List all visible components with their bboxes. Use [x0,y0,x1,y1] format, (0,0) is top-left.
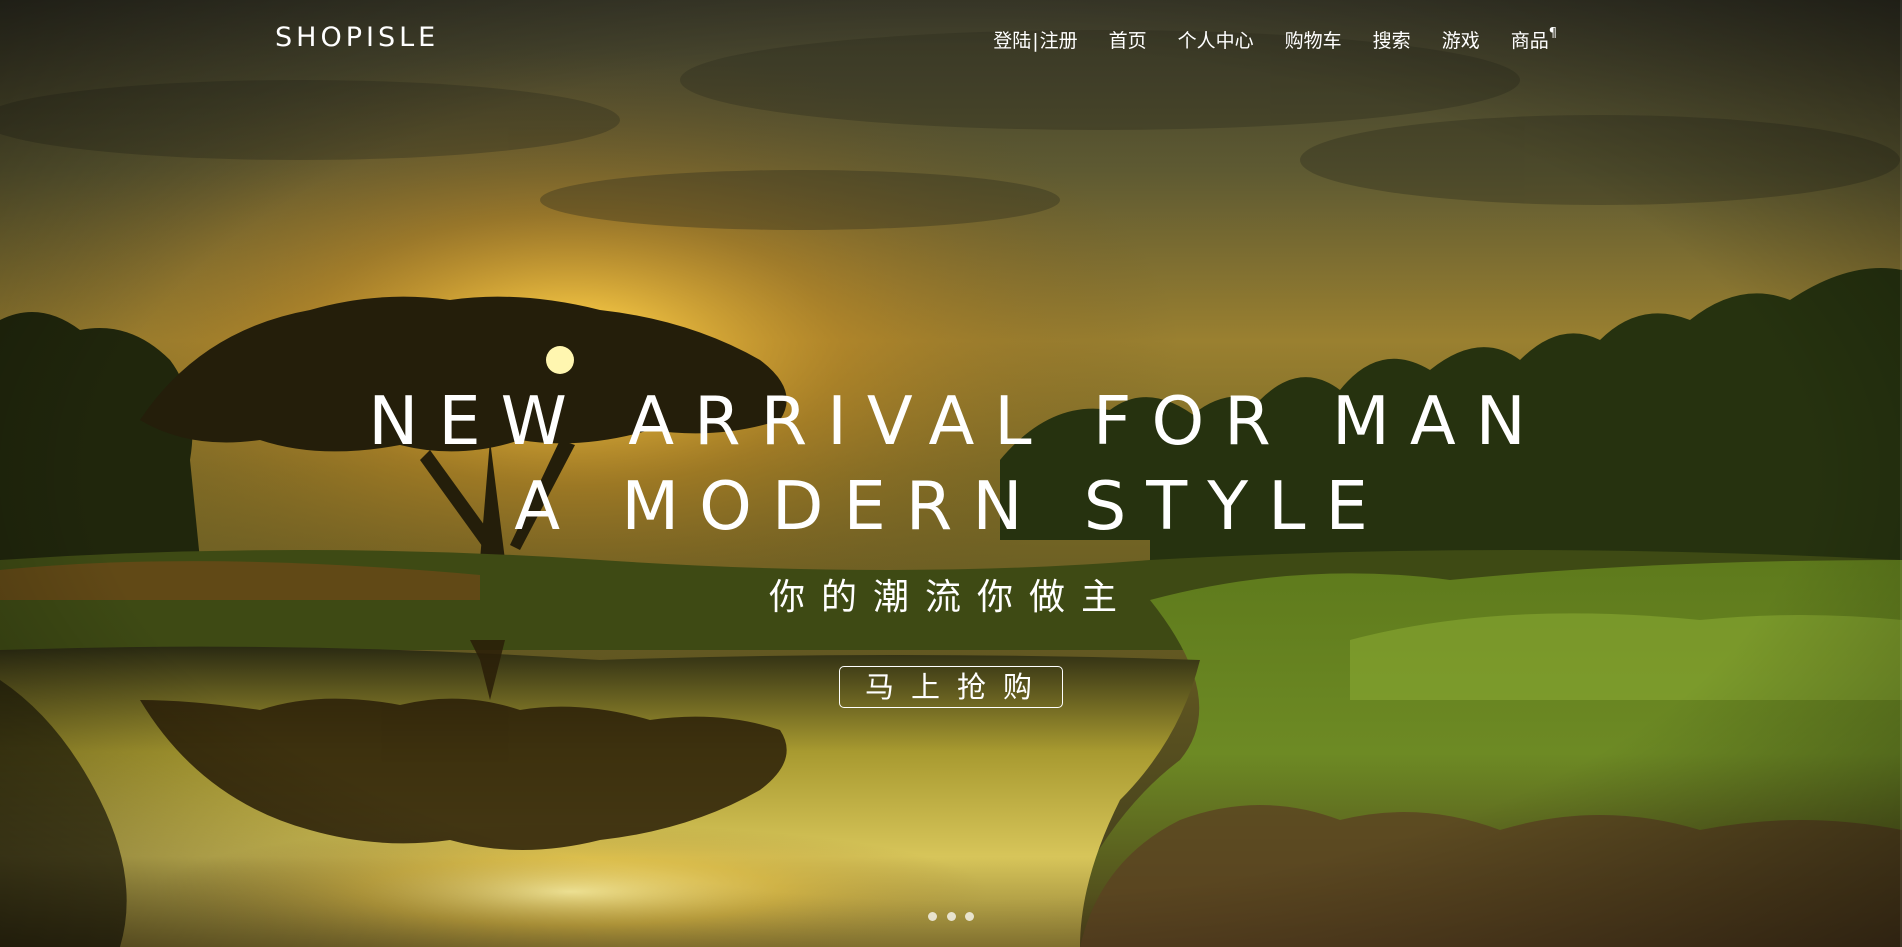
carousel-dot-2[interactable] [946,912,956,921]
top-navigation-bar: SHOPISLE 登陆|注册 首页 个人中心 购物车 搜索 游戏 商品¶ [0,0,1902,80]
main-nav: 登陆|注册 首页 个人中心 购物车 搜索 游戏 商品¶ [993,26,1557,53]
hero-headline-line1: NEW ARRIVAL FOR MAN [368,382,1546,460]
nav-item-products[interactable]: 商品¶ [1511,26,1557,53]
brand-logo[interactable]: SHOPISLE [275,22,439,53]
carousel-indicators [0,906,1902,925]
cta-container: 马上抢购 [0,666,1902,708]
nav-item-user-center[interactable]: 个人中心 [1178,26,1254,53]
nav-register-link[interactable]: 注册 [1040,30,1078,52]
nav-item-home[interactable]: 首页 [1109,26,1147,53]
nav-separator: | [1032,30,1039,52]
nav-item-products-label: 商品 [1510,30,1549,52]
carousel-dot-3[interactable] [964,912,974,921]
carousel-dot-1[interactable] [928,912,938,921]
hero-headline-line2: A MODERN STYLE [514,467,1388,545]
nav-login-link[interactable]: 登陆 [993,30,1031,52]
nav-item-games[interactable]: 游戏 [1442,26,1480,53]
buy-now-button[interactable]: 马上抢购 [839,666,1063,708]
nav-item-search[interactable]: 搜索 [1373,26,1411,53]
nav-login-register: 登陆|注册 [993,26,1077,53]
dropdown-marker-icon: ¶ [1548,26,1557,41]
hero-carousel: SHOPISLE 登陆|注册 首页 个人中心 购物车 搜索 游戏 商品¶ NEW… [0,0,1902,947]
nav-item-cart[interactable]: 购物车 [1285,26,1342,53]
hero-tagline: 你的潮流你做主 [768,577,1133,618]
